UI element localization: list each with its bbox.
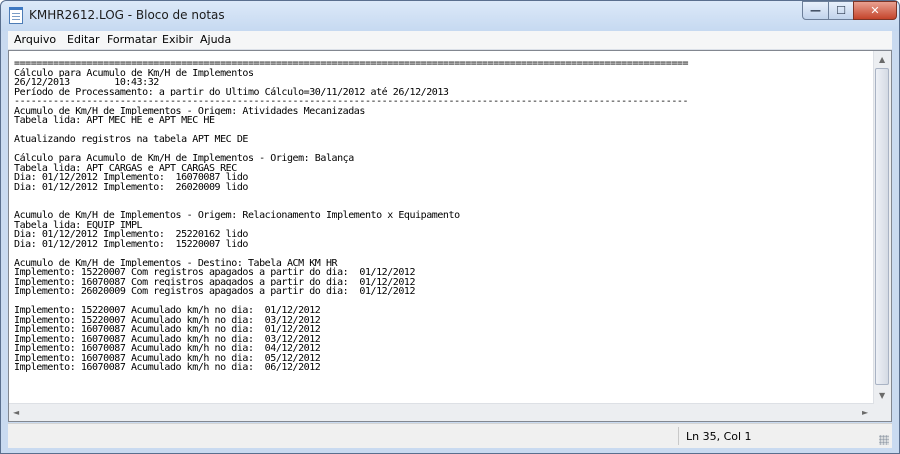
text-line: Cálculo para Acumulo de Km/H de Implemen… [14, 153, 354, 163]
text-line: Implemento: 16070087 Com registros apaga… [14, 276, 416, 287]
menu-arquivo[interactable]: Arquivo [14, 33, 56, 46]
text-line: Implemento: 16070087 Acumulado km/h no d… [14, 352, 321, 363]
minimize-button[interactable]: — [802, 1, 829, 20]
menu-editar[interactable]: Editar [67, 33, 100, 46]
text-line: 26/12/2013 10:43:32 [14, 77, 159, 87]
text-line: Implemento: 16070087 Acumulado km/h no d… [14, 333, 321, 344]
scroll-right-arrow-icon[interactable]: ► [862, 408, 868, 417]
text-line: Dia: 01/12/2012 Implemento: 25220162 lid… [14, 229, 248, 239]
text-line: Tabela lida: EQUIP_IMPL [14, 219, 143, 230]
text-line: Dia: 01/12/2012 Implemento: 15220007 lid… [14, 238, 248, 249]
text-line: Período de Processamento: a partir do Úl… [14, 86, 449, 97]
text-line: Implemento: 16070087 Acumulado km/h no d… [14, 343, 321, 353]
text-line: Implemento: 15220007 Acumulado km/h no d… [14, 314, 321, 325]
window-title: KMHR2612.LOG - Bloco de notas [29, 8, 225, 22]
text-line [14, 296, 872, 306]
scrollbar-corner [874, 404, 891, 421]
text-line: Cálculo para Acumulo de Km/H de Implemen… [14, 67, 254, 78]
status-divider [678, 427, 679, 445]
scroll-left-arrow-icon[interactable]: ◄ [13, 408, 19, 417]
resize-grip-icon[interactable] [879, 435, 889, 445]
cursor-position: Ln 35, Col 1 [686, 430, 752, 443]
title-bar[interactable]: KMHR2612.LOG - Bloco de notas — ☐ ✕ [1, 1, 899, 31]
notepad-icon[interactable] [9, 7, 23, 24]
text-line: Tabela lida: APT_MEC_HE e APT_MEC_HE [14, 115, 215, 125]
text-line: Acumulo de Km/H de Implementos - Origem:… [14, 105, 365, 116]
menu-formatar[interactable]: Formatar [107, 33, 157, 46]
scroll-down-arrow-icon[interactable]: ▼ [879, 391, 885, 400]
menu-bar: Arquivo Editar Formatar Exibir Ajuda [8, 31, 892, 50]
text-line: Implemento: 26020009 Com registros apaga… [14, 286, 416, 296]
text-line: ----------------------------------------… [14, 96, 689, 106]
text-line [14, 191, 872, 201]
text-line [14, 144, 872, 154]
scroll-up-arrow-icon[interactable]: ▲ [879, 55, 885, 64]
menu-exibir[interactable]: Exibir [162, 33, 193, 46]
text-line: Dia: 01/12/2012 Implemento: 26020009 lid… [14, 181, 248, 192]
text-line [14, 201, 872, 211]
status-bar: Ln 35, Col 1 [8, 423, 892, 448]
text-line: Acumulo de Km/H de Implementos - Origem:… [14, 210, 460, 220]
vertical-scrollbar[interactable]: ▲ ▼ [873, 51, 891, 404]
text-line [14, 248, 872, 258]
horizontal-scrollbar[interactable]: ◄ ► [9, 403, 874, 421]
text-line: Implemento: 15220007 Acumulado km/h no d… [14, 305, 321, 315]
text-line [14, 125, 872, 135]
text-line: Acumulo de Km/H de Implementos - Destino… [14, 257, 338, 268]
vertical-scroll-thumb[interactable] [875, 68, 889, 385]
text-line: Implemento: 15220007 Com registros apaga… [14, 267, 416, 277]
document-text[interactable]: ========================================… [14, 58, 872, 406]
text-line: Implemento: 16070087 Acumulado km/h no d… [14, 362, 321, 372]
close-button[interactable]: ✕ [853, 1, 897, 20]
text-line: Implemento: 16070087 Acumulado km/h no d… [14, 324, 321, 334]
text-line: Tabela lida: APT_CARGAS e APT_CARGAS_REC [14, 162, 237, 173]
text-editor-area[interactable]: ========================================… [8, 50, 892, 422]
text-line: Atualizando registros na tabela APT_MEC_… [14, 134, 248, 144]
maximize-button[interactable]: ☐ [828, 1, 854, 20]
text-line: ========================================… [14, 58, 689, 68]
menu-ajuda[interactable]: Ajuda [200, 33, 231, 46]
notepad-window: KMHR2612.LOG - Bloco de notas — ☐ ✕ Arqu… [0, 0, 900, 454]
text-line: Dia: 01/12/2012 Implemento: 16070087 lid… [14, 172, 248, 182]
